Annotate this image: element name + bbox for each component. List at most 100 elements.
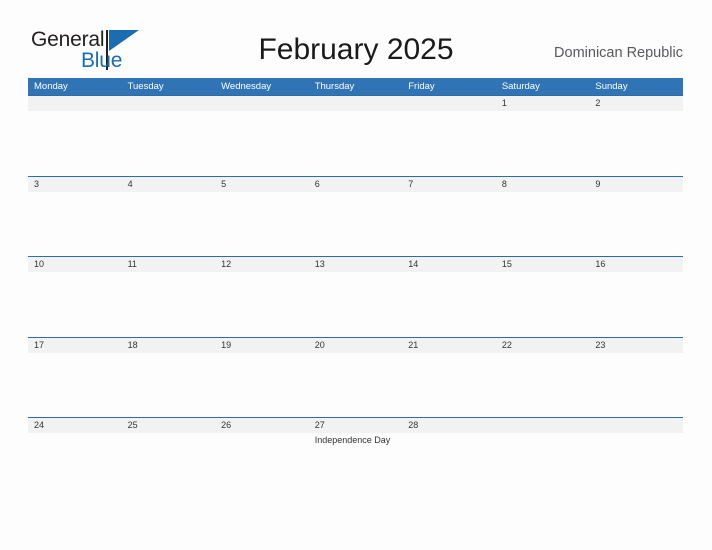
day-cell[interactable]: 4 — [122, 177, 216, 192]
event-cell[interactable] — [589, 433, 683, 498]
day-cell[interactable]: 2 — [589, 96, 683, 111]
event-cell[interactable] — [215, 192, 309, 257]
week-date-band: 1 2 — [28, 95, 683, 111]
day-cell[interactable]: 20 — [309, 338, 403, 353]
day-cell[interactable] — [496, 418, 590, 433]
day-cell[interactable]: 5 — [215, 177, 309, 192]
calendar-page: General Blue February 2025 Dominican Rep… — [0, 0, 712, 550]
day-cell[interactable]: 3 — [28, 177, 122, 192]
day-cell[interactable] — [122, 96, 216, 111]
event-cell[interactable] — [402, 353, 496, 418]
day-cell[interactable]: 16 — [589, 257, 683, 272]
day-cell[interactable]: 28 — [402, 418, 496, 433]
event-cell[interactable] — [28, 111, 122, 176]
day-cell[interactable]: 11 — [122, 257, 216, 272]
event-cell[interactable] — [496, 353, 590, 418]
week-row: 3 4 5 6 7 8 9 — [28, 175, 683, 257]
weekday-header-saturday: Saturday — [501, 81, 540, 92]
event-cell[interactable] — [309, 272, 403, 337]
event-cell[interactable] — [28, 353, 122, 418]
event-cell[interactable] — [589, 111, 683, 176]
day-cell[interactable]: 21 — [402, 338, 496, 353]
day-cell[interactable]: 12 — [215, 257, 309, 272]
event-cell[interactable] — [496, 433, 590, 498]
event-cell[interactable] — [28, 272, 122, 337]
day-number: 12 — [221, 259, 232, 270]
day-cell[interactable]: 23 — [589, 338, 683, 353]
week-events-band — [28, 272, 683, 337]
day-number: 23 — [595, 339, 606, 350]
event-cell[interactable] — [215, 353, 309, 418]
day-number: 7 — [408, 178, 414, 189]
day-number: 4 — [127, 178, 133, 189]
event-cell[interactable] — [122, 433, 216, 498]
day-number: 8 — [501, 178, 507, 189]
day-number: 6 — [314, 178, 320, 189]
day-cell[interactable] — [215, 96, 309, 111]
day-cell[interactable]: 15 — [496, 257, 590, 272]
day-number: 9 — [595, 178, 601, 189]
event-cell[interactable] — [309, 111, 403, 176]
event-cell[interactable] — [122, 272, 216, 337]
page-header: General Blue February 2025 Dominican Rep… — [0, 0, 712, 78]
week-date-band: 17 18 19 20 21 22 23 — [28, 336, 683, 353]
week-date-band: 10 11 12 13 14 15 16 — [28, 256, 683, 273]
event-cell[interactable] — [309, 192, 403, 257]
day-cell[interactable]: 19 — [215, 338, 309, 353]
day-number: 26 — [221, 420, 232, 431]
week-date-band: 24 25 26 27 28 — [28, 417, 683, 434]
week-events-band: Independence Day — [28, 433, 683, 498]
event-cell[interactable] — [215, 433, 309, 498]
event-cell[interactable] — [28, 433, 122, 498]
day-cell[interactable] — [309, 96, 403, 111]
day-cell[interactable]: 24 — [28, 418, 122, 433]
day-cell[interactable] — [589, 418, 683, 433]
weekday-header-row: Monday Tuesday Wednesday Thursday Friday… — [28, 78, 683, 95]
event-cell[interactable] — [496, 192, 590, 257]
event-cell[interactable] — [122, 353, 216, 418]
event-cell[interactable] — [496, 111, 590, 176]
day-number: 27 — [314, 420, 325, 431]
calendar-grid: Monday Tuesday Wednesday Thursday Friday… — [28, 78, 683, 498]
day-number: 22 — [501, 339, 512, 350]
event-cell[interactable] — [589, 192, 683, 257]
country-label: Dominican Republic — [554, 45, 683, 61]
day-cell[interactable]: 1 — [496, 96, 590, 111]
event-cell[interactable]: Independence Day — [309, 433, 403, 498]
event-cell[interactable] — [402, 433, 496, 498]
event-cell[interactable] — [122, 111, 216, 176]
event-cell[interactable] — [402, 272, 496, 337]
day-cell[interactable]: 26 — [215, 418, 309, 433]
event-cell[interactable] — [589, 353, 683, 418]
event-cell[interactable] — [28, 192, 122, 257]
week-events-band — [28, 192, 683, 257]
day-cell[interactable]: 25 — [122, 418, 216, 433]
day-cell[interactable]: 13 — [309, 257, 403, 272]
day-cell[interactable]: 9 — [589, 177, 683, 192]
event-cell[interactable] — [122, 192, 216, 257]
day-cell[interactable]: 7 — [402, 177, 496, 192]
event-cell[interactable] — [215, 272, 309, 337]
event-cell[interactable] — [309, 353, 403, 418]
day-cell[interactable]: 22 — [496, 338, 590, 353]
day-cell[interactable]: 14 — [402, 257, 496, 272]
event-cell[interactable] — [589, 272, 683, 337]
day-number: 18 — [127, 339, 138, 350]
day-number: 20 — [314, 339, 325, 350]
event-cell[interactable] — [496, 272, 590, 337]
day-number: 3 — [34, 178, 40, 189]
event-cell[interactable] — [215, 111, 309, 176]
day-cell[interactable] — [28, 96, 122, 111]
event-label: Independence Day — [314, 435, 391, 446]
day-cell[interactable]: 10 — [28, 257, 122, 272]
day-cell[interactable]: 6 — [309, 177, 403, 192]
day-cell[interactable]: 8 — [496, 177, 590, 192]
day-cell[interactable]: 27 — [309, 418, 403, 433]
event-cell[interactable] — [402, 111, 496, 176]
day-number: 1 — [501, 98, 507, 108]
day-cell[interactable]: 17 — [28, 338, 122, 353]
event-cell[interactable] — [402, 192, 496, 257]
day-number: 25 — [127, 420, 138, 431]
day-cell[interactable] — [402, 96, 496, 111]
day-cell[interactable]: 18 — [122, 338, 216, 353]
